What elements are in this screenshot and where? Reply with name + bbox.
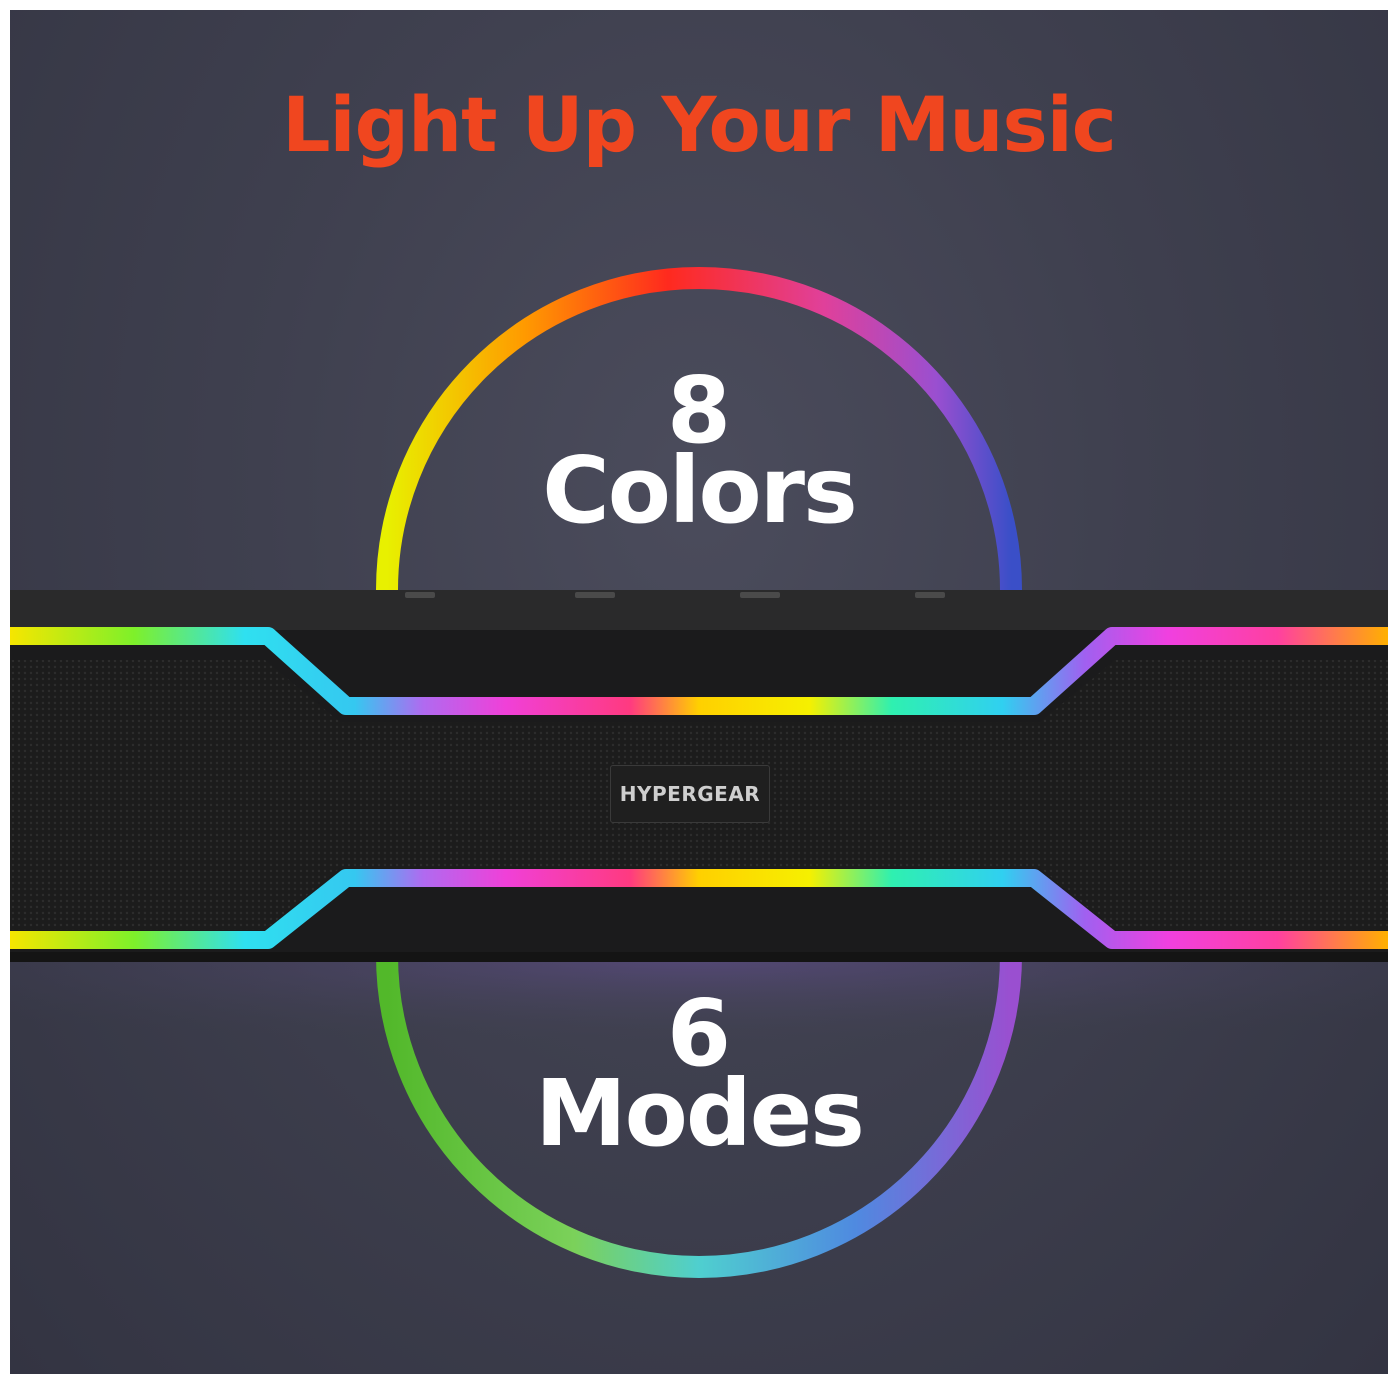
colors-stat: 8 Colors	[10, 365, 1388, 537]
rgb-ring-graphic	[10, 267, 1388, 1278]
modes-label: Modes	[535, 1060, 865, 1167]
modes-stat: 6 Modes	[10, 988, 1388, 1160]
brand-logo: HYPERGEAR	[610, 765, 770, 823]
product-banner: Light Up Your Music 8 Colors HYPERGEAR 6…	[10, 10, 1388, 1374]
colors-label: Colors	[542, 437, 858, 544]
